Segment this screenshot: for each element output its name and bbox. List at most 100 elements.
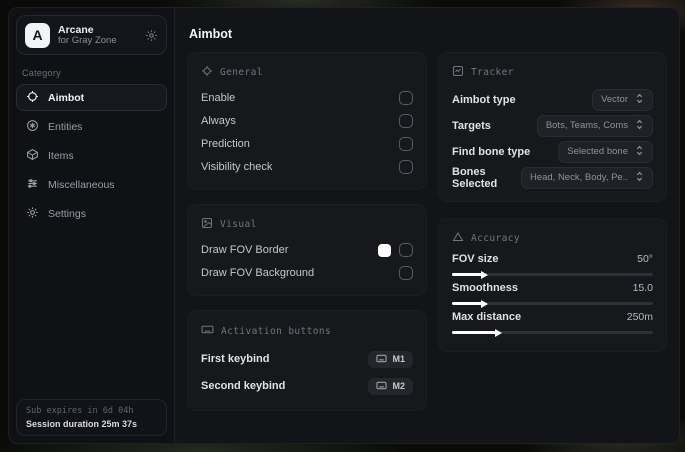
setting-label: Enable — [201, 92, 236, 104]
smoothness-setting: Smoothness 15.0 — [452, 282, 653, 308]
sidebar-item-label: Settings — [48, 207, 86, 220]
aimbot-type-select[interactable]: Vector — [592, 88, 653, 111]
section-title: Tracker — [471, 67, 514, 78]
gear-icon — [26, 206, 39, 222]
prediction-checkbox[interactable] — [399, 137, 413, 151]
sidebar-item-label: Items — [48, 149, 74, 162]
setting-row-find-bone-type: Find bone type Selected bone — [452, 139, 653, 164]
app-logo: A — [25, 22, 50, 48]
keybind-value: M1 — [392, 354, 405, 364]
app-name: Arcane — [58, 23, 94, 36]
enable-checkbox[interactable] — [399, 91, 413, 105]
draw-fov-border-checkbox[interactable] — [399, 243, 413, 257]
cube-icon — [26, 148, 39, 164]
sidebar-item-entities[interactable]: Entities — [16, 113, 167, 140]
second-keybind-button[interactable]: M2 — [368, 377, 413, 395]
crosshair-icon — [201, 65, 213, 80]
left-column: General Enable Always Prediction Visibil… — [187, 52, 427, 411]
max-distance-slider[interactable] — [452, 328, 653, 337]
setting-label: Always — [201, 115, 236, 127]
smoothness-value: 15.0 — [632, 282, 653, 294]
targets-select[interactable]: Bots, Teams, Coms — [536, 114, 653, 137]
right-column: Tracker Aimbot type Vector Targets Bots,… — [438, 52, 667, 352]
fov-size-setting: FOV size 50° — [452, 253, 653, 279]
keyboard-icon — [201, 323, 214, 339]
section-title: Accuracy — [471, 233, 520, 244]
setting-label: Prediction — [201, 138, 250, 150]
sidebar-item-aimbot[interactable]: Aimbot — [16, 84, 167, 111]
main-content: Aimbot General Enable Always Prediction … — [175, 8, 679, 443]
visibility-check-checkbox[interactable] — [399, 160, 413, 174]
image-icon — [201, 217, 213, 232]
setting-row-aimbot-type: Aimbot type Vector — [452, 87, 653, 112]
smoothness-slider[interactable] — [452, 299, 653, 308]
setting-label: Find bone type — [452, 145, 531, 158]
setting-row-always: Always — [201, 110, 413, 132]
setting-label: FOV size — [452, 253, 499, 265]
setting-row-second-keybind: Second keybind M2 — [201, 373, 413, 399]
draw-fov-background-checkbox[interactable] — [399, 266, 413, 280]
first-keybind-button[interactable]: M1 — [368, 350, 413, 368]
setting-label: Max distance — [452, 311, 522, 323]
sidebar-item-miscellaneous[interactable]: Miscellaneous — [16, 171, 167, 198]
general-card: General Enable Always Prediction Visibil… — [187, 52, 427, 190]
setting-row-bones-selected: Bones Selected Head, Neck, Body, Pe.. — [452, 165, 653, 190]
accuracy-card: Accuracy FOV size 50° Smoothness 15.0 Ma… — [438, 218, 667, 352]
section-title: Visual — [220, 219, 257, 230]
bones-selected-select[interactable]: Head, Neck, Body, Pe.. — [520, 166, 653, 189]
select-value: Bots, Teams, Coms — [545, 120, 628, 131]
setting-label: Second keybind — [201, 380, 286, 392]
setting-label: Aimbot type — [452, 93, 516, 106]
setting-row-draw-fov-background: Draw FOV Background — [201, 262, 413, 284]
setting-label: Draw FOV Background — [201, 267, 315, 279]
setting-label: Smoothness — [452, 282, 519, 294]
sidebar: A Arcane for Gray Zone Category Aimbot E… — [9, 8, 175, 443]
slider-fill[interactable] — [452, 328, 503, 337]
setting-label: Draw FOV Border — [201, 244, 289, 256]
sidebar-item-items[interactable]: Items — [16, 142, 167, 169]
select-value: Vector — [601, 94, 628, 105]
setting-label: Bones Selected — [452, 165, 498, 190]
entities-icon — [26, 119, 39, 135]
section-title: General — [220, 67, 263, 78]
select-value: Selected bone — [567, 146, 628, 157]
sidebar-item-settings[interactable]: Settings — [16, 200, 167, 227]
sidebar-item-label: Aimbot — [48, 91, 85, 104]
activation-card-header: Activation buttons — [201, 323, 413, 339]
max-distance-value: 250m — [626, 311, 653, 323]
setting-label: Visibility check — [201, 161, 273, 173]
setting-row-targets: Targets Bots, Teams, Coms — [452, 113, 653, 138]
activation-buttons-card: Activation buttons First keybind M1 Seco… — [187, 310, 427, 411]
slider-fill[interactable] — [452, 270, 489, 279]
slider-fill[interactable] — [452, 299, 489, 308]
triangle-icon — [452, 231, 464, 246]
sidebar-item-label: Entities — [48, 120, 83, 133]
fov-size-slider[interactable] — [452, 270, 653, 279]
setting-label: First keybind — [201, 353, 270, 365]
visual-card-header: Visual — [201, 217, 413, 232]
always-checkbox[interactable] — [399, 114, 413, 128]
chevrons-up-down-icon — [635, 171, 644, 185]
select-value: Head, Neck, Body, Pe.. — [529, 172, 628, 183]
sidebar-item-label: Miscellaneous — [48, 178, 115, 191]
session-duration-text: Session duration 25m 37s — [26, 419, 138, 429]
tracker-card-header: Tracker — [452, 65, 653, 80]
setting-label: Targets — [452, 119, 491, 132]
app-header-card: A Arcane for Gray Zone — [16, 15, 167, 55]
tracker-card: Tracker Aimbot type Vector Targets Bots,… — [438, 52, 667, 202]
keybind-value: M2 — [392, 381, 405, 391]
gear-icon[interactable] — [145, 29, 158, 42]
activity-icon — [452, 65, 464, 80]
page-title: Aimbot — [189, 27, 233, 41]
keyboard-icon — [376, 354, 388, 365]
fov-border-color-swatch[interactable] — [378, 243, 391, 257]
chevrons-up-down-icon — [635, 93, 644, 107]
app-titles: Arcane for Gray Zone — [58, 24, 137, 47]
crosshair-icon — [26, 90, 39, 106]
keyboard-icon — [376, 381, 388, 392]
accuracy-card-header: Accuracy — [452, 231, 653, 246]
setting-row-draw-fov-border: Draw FOV Border — [201, 239, 413, 261]
sliders-icon — [26, 177, 39, 193]
chevrons-up-down-icon — [635, 145, 644, 159]
find-bone-type-select[interactable]: Selected bone — [558, 140, 653, 163]
